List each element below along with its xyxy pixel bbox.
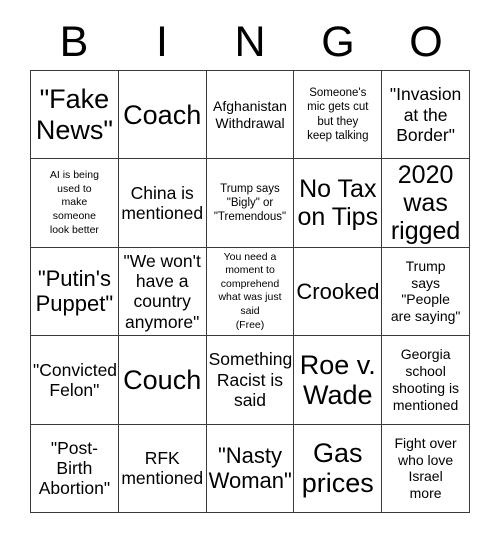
bingo-cell[interactable]: Roe v. Wade (294, 336, 383, 425)
bingo-cell-text: Couch (123, 364, 202, 395)
bingo-cell-text: "Post- Birth Abortion" (38, 437, 111, 499)
bingo-cell[interactable]: Crooked (294, 247, 383, 337)
bingo-cell[interactable]: AI is being used to make someone look be… (31, 159, 119, 248)
header-letter-o: O (409, 17, 443, 66)
bingo-card: B I N G O "Fake News" Coach Afghanistan … (0, 0, 500, 544)
bingo-cell[interactable]: Trump says "People are saying" (382, 247, 470, 337)
bingo-cell-text: "We won't have a country anymore" (123, 250, 201, 332)
bingo-cell-text: "Nasty Woman" (208, 443, 292, 494)
bingo-cell-text: Afghanistan Withdrawal (213, 97, 287, 131)
bingo-cell-text: Someone's mic gets cut but they keep tal… (307, 86, 369, 143)
bingo-cell-text: Fight over who love Israel more (394, 434, 457, 502)
bingo-grid: "Fake News" Coach Afghanistan Withdrawal… (30, 70, 470, 513)
bingo-cell-text: You need a moment to comprehend what was… (218, 250, 282, 331)
bingo-cell-text: Roe v. Wade (299, 349, 376, 410)
bingo-cell-text: "Fake News" (35, 84, 113, 145)
bingo-cell-text: "Convicted Felon" (33, 359, 118, 400)
bingo-cell[interactable]: "Convicted Felon" (31, 336, 119, 425)
bingo-cell[interactable]: Fight over who love Israel more (382, 424, 470, 513)
bingo-cell-text: Crooked (296, 278, 380, 304)
bingo-cell-text: No Tax on Tips (297, 175, 379, 232)
bingo-cell[interactable]: Gas prices (294, 424, 383, 513)
bingo-cell[interactable]: "Invasion at the Border" (382, 71, 470, 160)
bingo-cell[interactable]: "Nasty Woman" (206, 424, 295, 513)
bingo-cell-text: 2020 was rigged (390, 161, 461, 246)
bingo-cell-text: AI is being used to make someone look be… (49, 168, 99, 236)
bingo-cell[interactable]: "Putin's Puppet" (31, 247, 119, 337)
bingo-cell-text: Gas prices (301, 438, 374, 499)
bingo-cell-text: Trump says "Bigly" or "Tremendous" (213, 182, 287, 224)
bingo-cell-text: "Invasion at the Border" (389, 84, 462, 145)
bingo-cell-text: China is mentioned (121, 182, 204, 224)
bingo-cell-free-space[interactable]: You need a moment to comprehend what was… (206, 247, 295, 337)
bingo-cell[interactable]: Afghanistan Withdrawal (206, 71, 295, 160)
bingo-cell-text: "Putin's Puppet" (35, 266, 114, 317)
bingo-cell[interactable]: Coach (118, 71, 207, 160)
bingo-cell[interactable]: "Fake News" (31, 71, 119, 160)
header-letter-g: G (321, 17, 355, 66)
bingo-cell[interactable]: "Post- Birth Abortion" (31, 424, 119, 513)
bingo-cell[interactable]: Trump says "Bigly" or "Tremendous" (206, 159, 295, 248)
bingo-cell-text: Something Racist is said (208, 349, 293, 411)
bingo-cell[interactable]: Georgia school shooting is mentioned (382, 336, 470, 425)
header-letter-b: B (59, 17, 89, 66)
bingo-cell-text: RFK mentioned (121, 448, 204, 489)
header-letter-i: I (156, 17, 168, 66)
bingo-cell[interactable]: Something Racist is said (206, 336, 295, 425)
bingo-header: B I N G O (30, 14, 470, 70)
bingo-cell-text: Coach (123, 99, 202, 130)
bingo-cell[interactable]: "We won't have a country anymore" (118, 247, 207, 337)
bingo-cell[interactable]: Couch (118, 336, 207, 425)
header-letter-n: N (234, 17, 266, 66)
bingo-cell[interactable]: China is mentioned (118, 159, 207, 248)
bingo-cell[interactable]: Someone's mic gets cut but they keep tal… (294, 71, 383, 160)
bingo-cell[interactable]: 2020 was rigged (382, 159, 470, 248)
bingo-cell-text: Georgia school shooting is mentioned (392, 346, 460, 413)
bingo-cell[interactable]: RFK mentioned (118, 424, 207, 513)
bingo-cell-text: Trump says "People are saying" (390, 257, 461, 325)
bingo-cell[interactable]: No Tax on Tips (294, 159, 383, 248)
